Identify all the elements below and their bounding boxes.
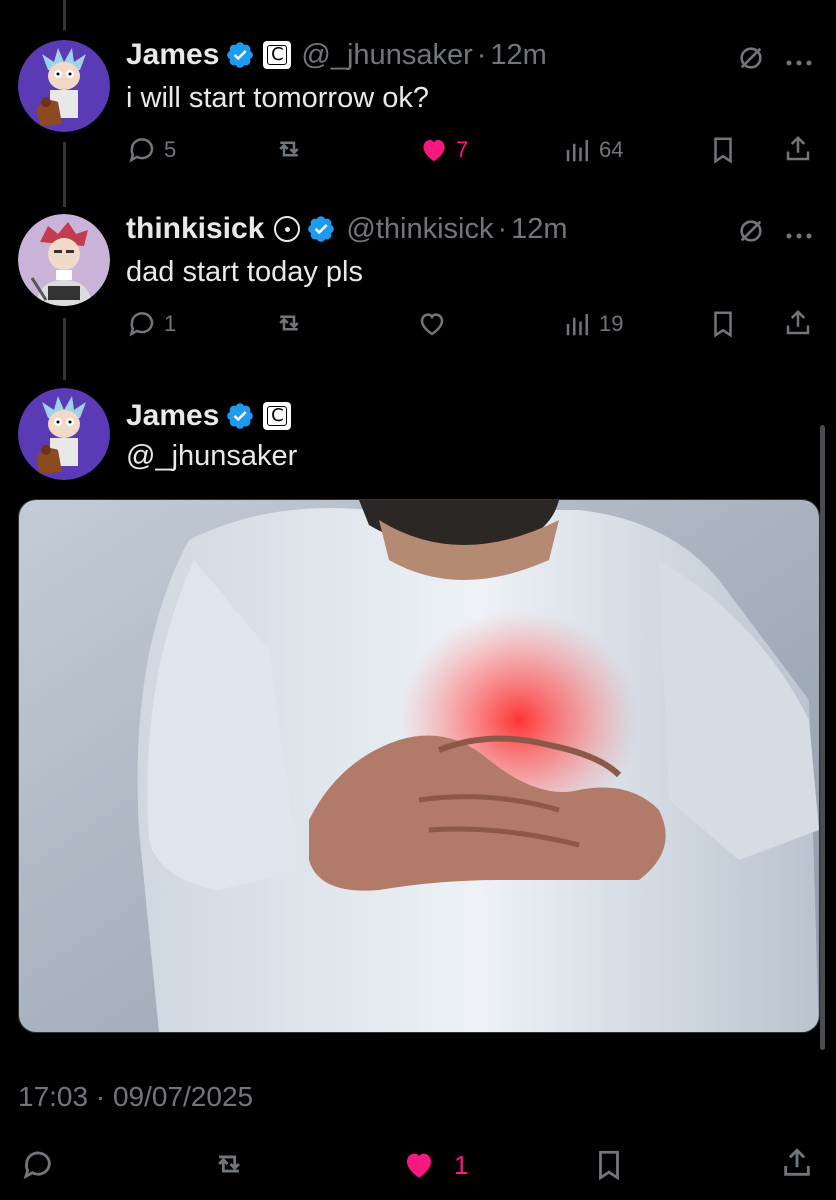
post-time[interactable]: 12m	[490, 39, 546, 72]
repost-icon	[279, 141, 299, 157]
repost-icon	[279, 315, 299, 331]
display-name[interactable]: James	[126, 399, 219, 433]
reply-icon	[23, 1151, 51, 1180]
view-count: 64	[599, 137, 624, 162]
reply-button[interactable]	[20, 1148, 56, 1182]
post-timestamp[interactable]: 17:03 · 09/07/2025	[18, 1081, 253, 1113]
separator: ·	[497, 212, 508, 245]
thread-line-top	[63, 0, 66, 30]
share-button[interactable]	[780, 1146, 814, 1180]
tweet-text: i will start tomorrow ok?	[126, 82, 429, 114]
repost-button[interactable]	[272, 308, 306, 338]
rick-avatar-icon	[18, 388, 110, 480]
reply-icon	[129, 138, 154, 163]
heart-filled-icon	[423, 140, 445, 162]
reply-icon	[129, 312, 154, 337]
bookmark-icon	[599, 1150, 619, 1181]
share-icon	[784, 1148, 810, 1176]
tweet-text: dad start today pls	[126, 256, 363, 288]
main-tweet-header: James C	[126, 399, 292, 433]
ring-icon	[274, 216, 301, 242]
avatar[interactable]	[18, 388, 110, 480]
reply-button[interactable]: 1	[126, 309, 176, 339]
user-handle[interactable]: @thinkisick	[346, 213, 493, 246]
scrollbar[interactable]	[820, 425, 825, 1050]
tweet-image[interactable]	[18, 499, 820, 1033]
bookmark-button[interactable]	[708, 135, 738, 165]
thread-line-2	[63, 318, 66, 380]
share-icon	[786, 309, 810, 335]
share-icon	[786, 135, 810, 161]
c-badge-icon: C	[263, 402, 292, 430]
like-button[interactable]: 1	[400, 1148, 468, 1182]
tweet-header: James C @_jhunsaker · 12m	[126, 38, 547, 72]
reply-button[interactable]: 5	[126, 135, 176, 165]
post-time[interactable]: 12m	[511, 213, 567, 246]
like-button[interactable]	[416, 309, 454, 339]
tweet-header: thinkisick @thinkisick · 12m	[126, 212, 568, 246]
user-handle[interactable]: @_jhunsaker	[301, 39, 472, 72]
repost-button[interactable]	[272, 134, 306, 164]
share-button[interactable]	[783, 308, 813, 338]
bookmark-icon	[714, 137, 732, 164]
c-badge-icon: C	[263, 41, 292, 69]
display-name[interactable]: James	[126, 38, 219, 72]
repost-button[interactable]	[210, 1147, 248, 1181]
share-button[interactable]	[783, 134, 813, 164]
thread-line-1	[63, 142, 66, 207]
verified-icon	[306, 214, 336, 244]
user-handle[interactable]: @_jhunsaker	[126, 440, 297, 473]
grok-icon[interactable]	[737, 217, 765, 250]
like-button[interactable]: 7	[418, 135, 468, 165]
like-count: 1	[454, 1149, 469, 1180]
bookmark-button[interactable]	[708, 309, 738, 339]
bookmark-button[interactable]	[592, 1148, 626, 1182]
chest-pain-photo	[19, 500, 819, 1032]
views-icon	[566, 140, 588, 162]
bookmark-icon	[714, 311, 732, 338]
heart-filled-icon	[406, 1153, 432, 1178]
verified-icon	[225, 401, 255, 431]
avatar[interactable]	[18, 214, 110, 306]
repost-icon	[218, 1155, 240, 1173]
views-button[interactable]: 64	[563, 135, 623, 165]
display-name[interactable]: thinkisick	[126, 212, 264, 246]
separator: ·	[476, 38, 487, 71]
like-count: 7	[456, 137, 469, 162]
more-options-icon[interactable]	[785, 227, 813, 245]
avatar[interactable]	[18, 40, 110, 132]
view-count: 19	[599, 311, 624, 336]
reply-count: 1	[164, 311, 177, 336]
verified-icon	[225, 40, 255, 70]
more-options-icon[interactable]	[785, 54, 813, 72]
heart-outline-icon	[420, 313, 444, 336]
views-button[interactable]: 19	[563, 309, 623, 339]
grok-icon[interactable]	[737, 44, 765, 77]
reply-count: 5	[164, 137, 177, 162]
views-icon	[566, 314, 588, 336]
thinkisick-avatar-icon	[18, 214, 110, 306]
rick-avatar-icon	[18, 40, 110, 132]
